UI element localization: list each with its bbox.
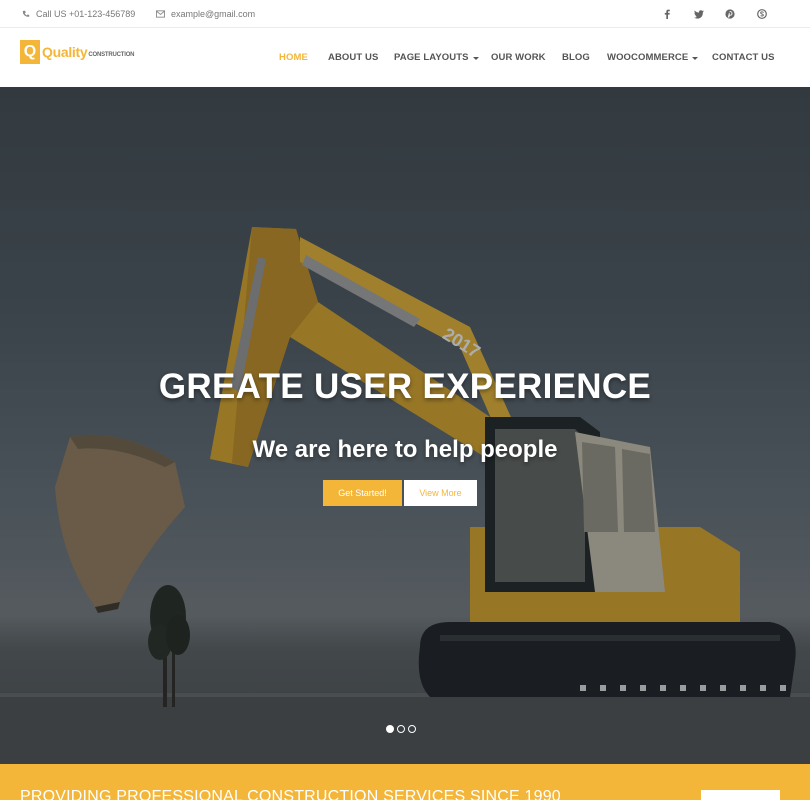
nav-about-us-label: ABOUT US xyxy=(328,51,379,63)
nav-contact-us-label: CONTACT US xyxy=(712,51,775,63)
excavator-background-image: 2017 xyxy=(0,87,810,764)
nav-about-us[interactable]: ABOUT US xyxy=(328,50,378,64)
nav-woocommerce[interactable]: WOOCOMMERCE xyxy=(607,50,699,64)
caret-down-icon xyxy=(472,56,479,60)
top-bar: Call US +01-123-456789 example@gmail.com xyxy=(0,0,810,28)
phone-icon xyxy=(22,10,30,17)
nav-page-layouts-label: PAGE LAYOUTS xyxy=(394,51,469,63)
email-contact[interactable]: example@gmail.com xyxy=(156,8,255,20)
skype-icon[interactable] xyxy=(756,8,768,20)
nav-our-work[interactable]: OUR WORK xyxy=(491,50,546,64)
logo-tagline: CONSTRUCTION xyxy=(88,51,135,58)
nav-page-layouts[interactable]: PAGE LAYOUTS xyxy=(394,50,479,64)
cta-band: PROVIDING PROFESSIONAL CONSTRUCTION SERV… xyxy=(0,764,810,800)
hero-subtitle: We are here to help people xyxy=(252,436,558,463)
nav-home[interactable]: HOME xyxy=(279,50,308,64)
view-more-button[interactable]: View More xyxy=(404,480,477,506)
nav-contact-us[interactable]: CONTACT US xyxy=(712,50,775,64)
slide-dot-1[interactable] xyxy=(386,725,394,733)
nav-woocommerce-label: WOOCOMMERCE xyxy=(607,51,689,63)
email-text: example@gmail.com xyxy=(171,9,256,19)
logo-mark: Q xyxy=(20,40,40,64)
phone-text: Call US +01-123-456789 xyxy=(36,9,136,19)
hero-slider: 2017 GREATE USER EXPERIENCE We are here … xyxy=(0,87,810,764)
slider-pagination xyxy=(386,725,416,733)
site-header: Q Quality CONSTRUCTION HOME ABOUT US PAG… xyxy=(0,28,810,87)
phone-contact[interactable]: Call US +01-123-456789 xyxy=(22,8,135,20)
hero-title: GREATE USER EXPERIENCE xyxy=(158,367,652,406)
site-logo[interactable]: Q Quality CONSTRUCTION xyxy=(20,40,134,64)
slide-dot-2[interactable] xyxy=(397,725,405,733)
nav-blog[interactable]: BLOG xyxy=(562,50,590,64)
nav-blog-label: BLOG xyxy=(562,51,590,63)
slide-dot-3[interactable] xyxy=(408,725,416,733)
pinterest-icon[interactable] xyxy=(724,8,736,20)
envelope-icon xyxy=(156,10,165,18)
get-started-button[interactable]: Get Started! xyxy=(323,480,402,506)
cta-button[interactable] xyxy=(701,790,780,800)
cta-text: PROVIDING PROFESSIONAL CONSTRUCTION SERV… xyxy=(20,788,561,800)
facebook-icon[interactable] xyxy=(661,8,673,20)
twitter-icon[interactable] xyxy=(693,8,705,20)
caret-down-icon xyxy=(692,56,699,60)
nav-our-work-label: OUR WORK xyxy=(491,51,546,63)
logo-name: Quality xyxy=(42,44,88,60)
nav-home-label: HOME xyxy=(279,51,308,63)
